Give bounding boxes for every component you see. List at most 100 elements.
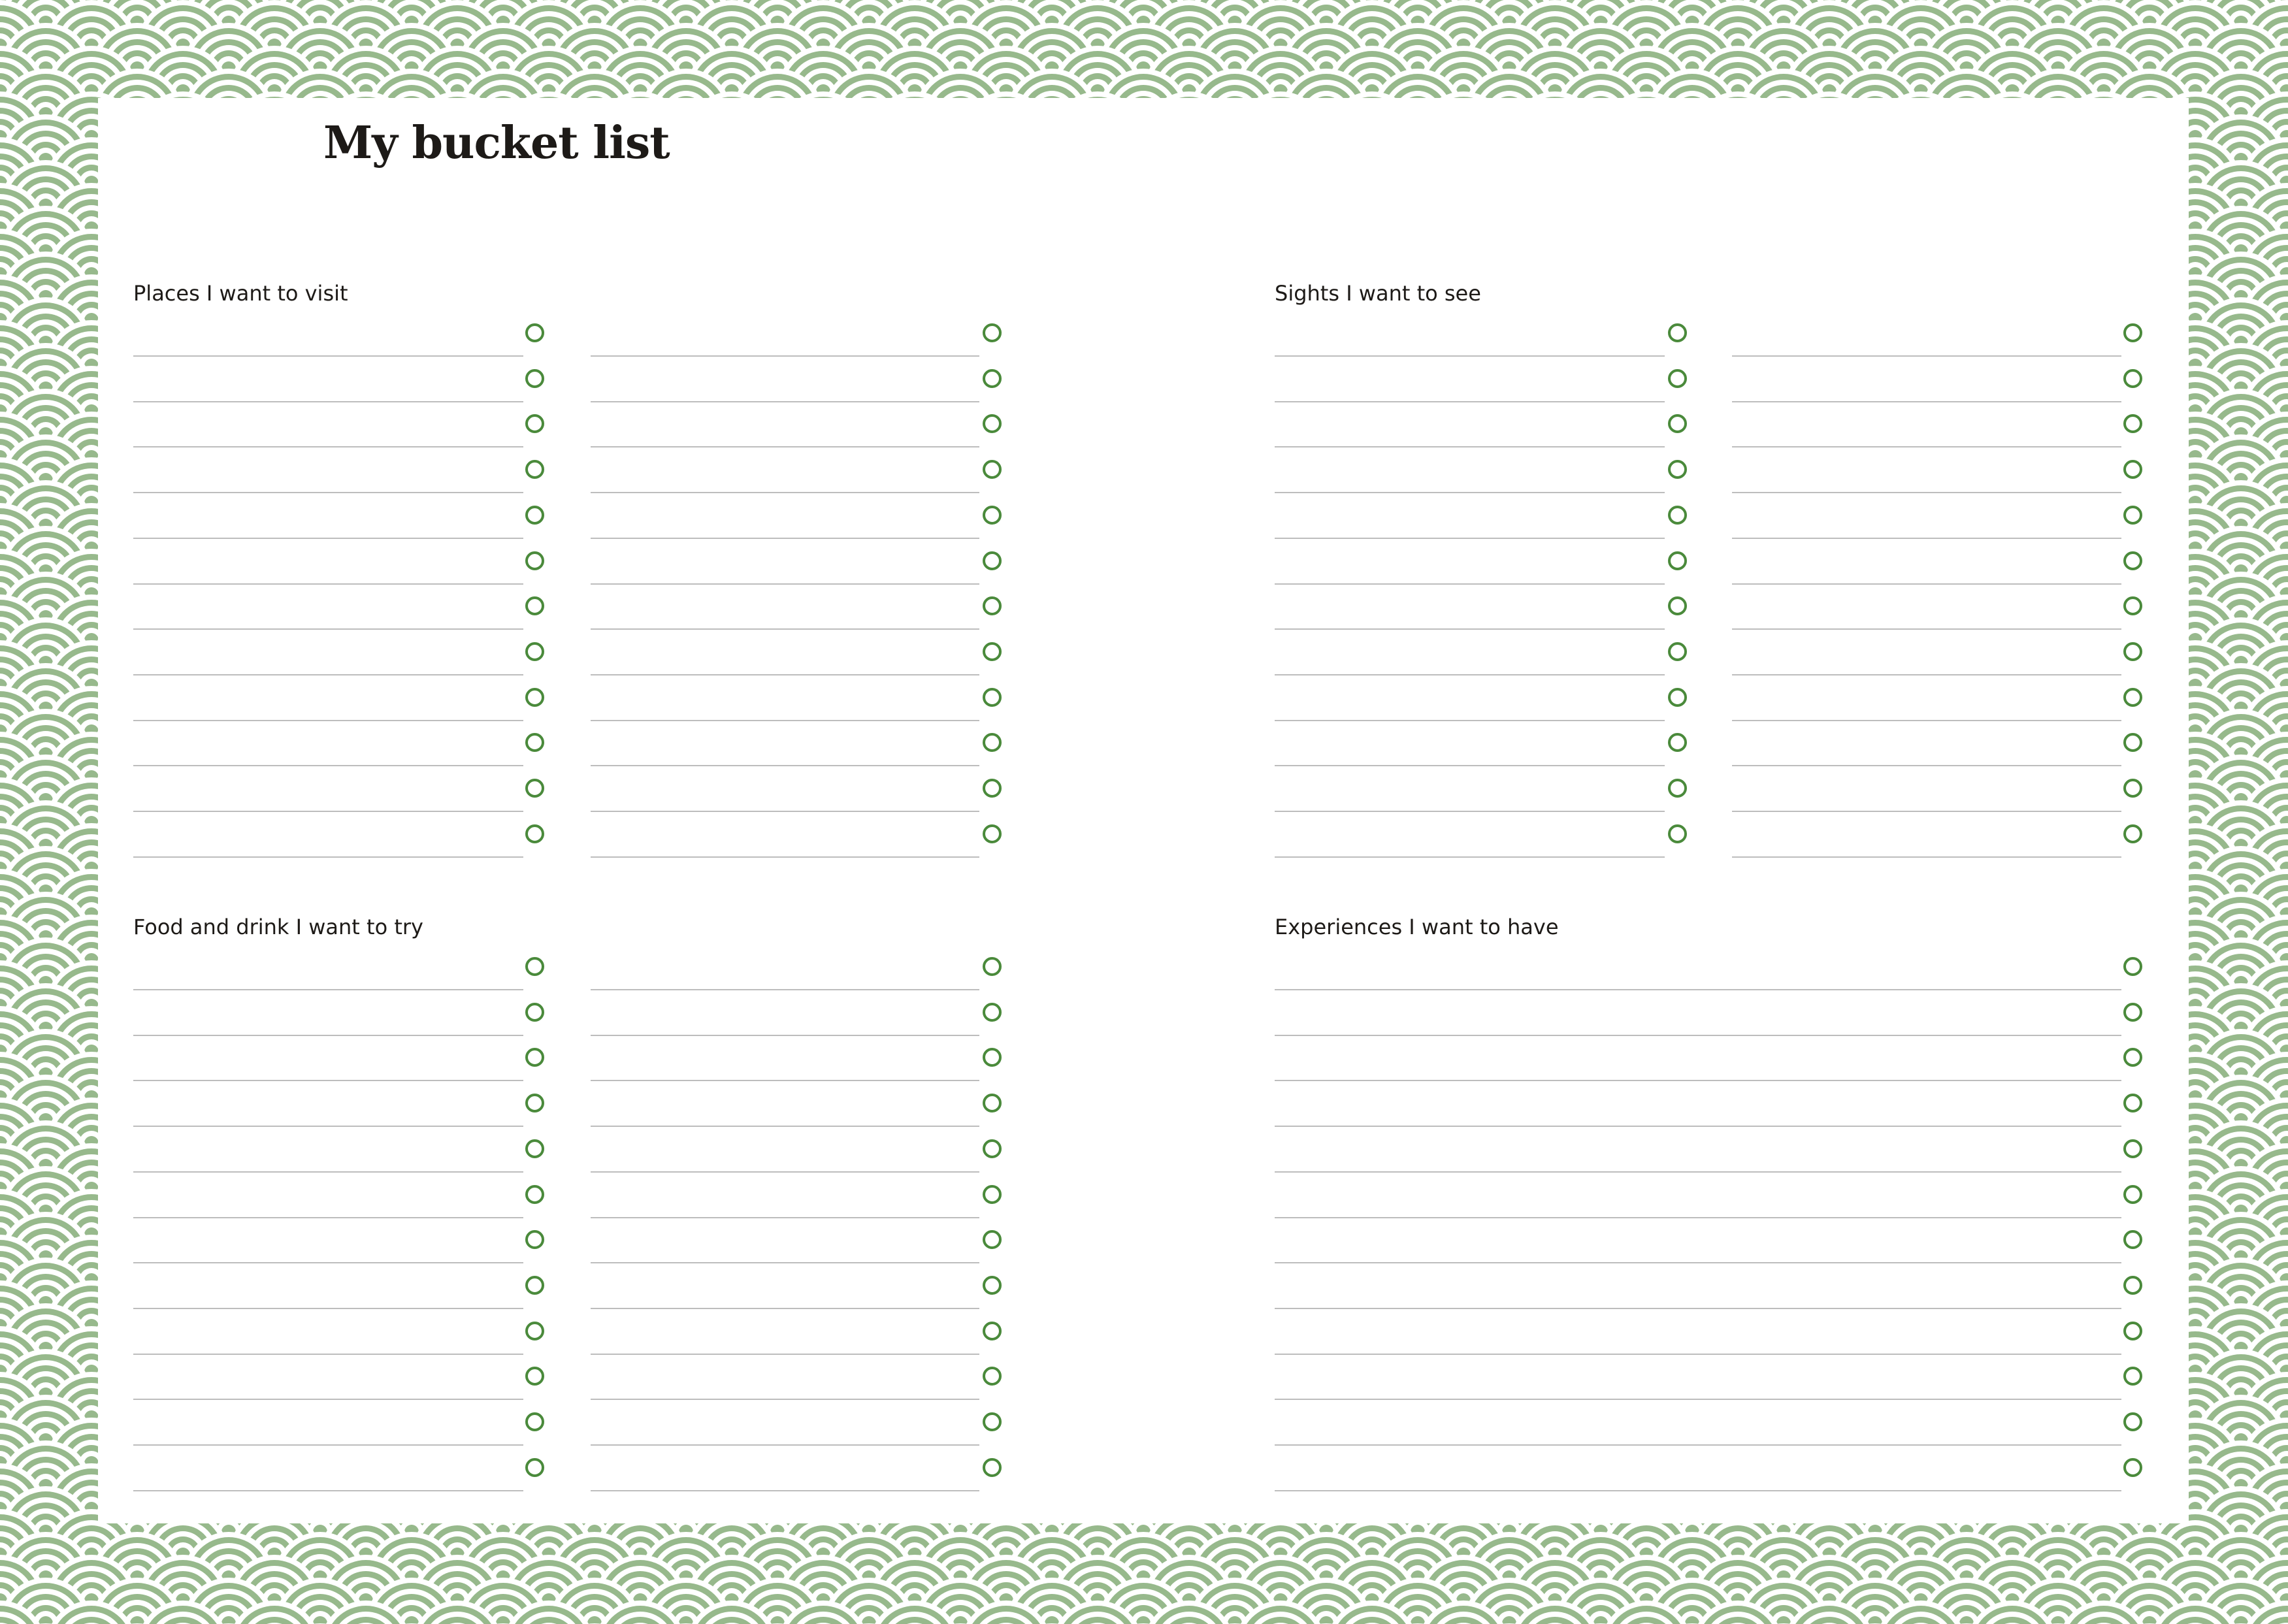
- checkbox-circle-icon[interactable]: [525, 1002, 544, 1022]
- checkbox-circle-icon[interactable]: [1667, 641, 1687, 661]
- checkbox-circle-icon[interactable]: [525, 687, 544, 707]
- checkbox-circle-icon[interactable]: [2123, 1139, 2142, 1158]
- checkbox-circle-icon[interactable]: [525, 1139, 544, 1158]
- sights-list-item[interactable]: [1275, 721, 1697, 767]
- food-list-item[interactable]: [133, 945, 554, 990]
- checkbox-circle-icon[interactable]: [2123, 551, 2142, 570]
- checkbox-circle-icon[interactable]: [525, 733, 544, 753]
- checkbox-circle-icon[interactable]: [525, 596, 544, 616]
- experiences-list-item[interactable]: [1275, 1081, 2152, 1128]
- sights-list-item[interactable]: [1275, 447, 1697, 494]
- checkbox-circle-icon[interactable]: [2123, 1184, 2142, 1204]
- sights-list-item[interactable]: [1275, 584, 1697, 630]
- food-list-item[interactable]: [133, 1400, 554, 1446]
- checkbox-circle-icon[interactable]: [525, 1275, 544, 1295]
- checkbox-circle-icon[interactable]: [2123, 414, 2142, 434]
- checkbox-circle-icon[interactable]: [525, 323, 544, 342]
- food-list-item[interactable]: [133, 1081, 554, 1128]
- checkbox-circle-icon[interactable]: [2123, 733, 2142, 753]
- places-list-item[interactable]: [591, 584, 1011, 630]
- places-list-item[interactable]: [591, 402, 1011, 448]
- places-list-item[interactable]: [133, 493, 554, 539]
- food-list-item[interactable]: [133, 1173, 554, 1218]
- checkbox-circle-icon[interactable]: [525, 414, 544, 434]
- sights-list-item[interactable]: [1732, 584, 2152, 630]
- checkbox-circle-icon[interactable]: [982, 1457, 1002, 1477]
- food-list-item[interactable]: [133, 1354, 554, 1401]
- checkbox-circle-icon[interactable]: [982, 1321, 1002, 1340]
- places-list-item[interactable]: [591, 675, 1011, 721]
- experiences-list-item[interactable]: [1275, 1035, 2152, 1082]
- sights-list-item[interactable]: [1275, 675, 1697, 721]
- sights-list-item[interactable]: [1732, 630, 2152, 675]
- checkbox-circle-icon[interactable]: [525, 1457, 544, 1477]
- sights-list-item[interactable]: [1732, 766, 2152, 812]
- checkbox-circle-icon[interactable]: [1667, 323, 1687, 342]
- places-list-item[interactable]: [133, 630, 554, 675]
- food-list-item[interactable]: [133, 1309, 554, 1355]
- places-list-item[interactable]: [591, 493, 1011, 539]
- checkbox-circle-icon[interactable]: [525, 1230, 544, 1250]
- checkbox-circle-icon[interactable]: [2123, 1002, 2142, 1022]
- checkbox-circle-icon[interactable]: [982, 596, 1002, 616]
- checkbox-circle-icon[interactable]: [525, 779, 544, 798]
- checkbox-circle-icon[interactable]: [982, 641, 1002, 661]
- checkbox-circle-icon[interactable]: [1667, 596, 1687, 616]
- experiences-list-item[interactable]: [1275, 1173, 2152, 1218]
- checkbox-circle-icon[interactable]: [982, 1002, 1002, 1022]
- places-list-item[interactable]: [591, 721, 1011, 767]
- checkbox-circle-icon[interactable]: [525, 460, 544, 479]
- checkbox-circle-icon[interactable]: [2123, 687, 2142, 707]
- checkbox-circle-icon[interactable]: [982, 1275, 1002, 1295]
- checkbox-circle-icon[interactable]: [1667, 414, 1687, 434]
- places-list-item[interactable]: [133, 311, 554, 357]
- write-line[interactable]: [1732, 856, 2121, 858]
- checkbox-circle-icon[interactable]: [1667, 460, 1687, 479]
- sights-list-item[interactable]: [1275, 812, 1697, 858]
- sights-list-item[interactable]: [1275, 402, 1697, 448]
- places-list-item[interactable]: [133, 447, 554, 494]
- sights-list-item[interactable]: [1275, 311, 1697, 357]
- checkbox-circle-icon[interactable]: [525, 1184, 544, 1204]
- food-list-item[interactable]: [591, 945, 1011, 990]
- experiences-list-item[interactable]: [1275, 990, 2152, 1036]
- checkbox-circle-icon[interactable]: [1667, 505, 1687, 525]
- checkbox-circle-icon[interactable]: [2123, 368, 2142, 388]
- checkbox-circle-icon[interactable]: [2123, 1048, 2142, 1067]
- checkbox-circle-icon[interactable]: [982, 414, 1002, 434]
- checkbox-circle-icon[interactable]: [2123, 1457, 2142, 1477]
- sights-list-item[interactable]: [1732, 493, 2152, 539]
- sights-list-item[interactable]: [1275, 539, 1697, 585]
- sights-list-item[interactable]: [1732, 357, 2152, 402]
- checkbox-circle-icon[interactable]: [2123, 1321, 2142, 1340]
- sights-list-item[interactable]: [1732, 721, 2152, 767]
- food-list-item[interactable]: [591, 1309, 1011, 1355]
- food-list-item[interactable]: [591, 1354, 1011, 1401]
- checkbox-circle-icon[interactable]: [982, 733, 1002, 753]
- experiences-list-item[interactable]: [1275, 945, 2152, 990]
- write-line[interactable]: [133, 856, 523, 858]
- write-line[interactable]: [1275, 1489, 2121, 1491]
- experiences-list-item[interactable]: [1275, 1446, 2152, 1491]
- places-list-item[interactable]: [133, 539, 554, 585]
- checkbox-circle-icon[interactable]: [525, 1367, 544, 1386]
- checkbox-circle-icon[interactable]: [2123, 779, 2142, 798]
- sights-list-item[interactable]: [1732, 675, 2152, 721]
- food-list-item[interactable]: [591, 1035, 1011, 1082]
- checkbox-circle-icon[interactable]: [525, 368, 544, 388]
- experiences-list-item[interactable]: [1275, 1354, 2152, 1401]
- checkbox-circle-icon[interactable]: [2123, 957, 2142, 976]
- checkbox-circle-icon[interactable]: [1667, 368, 1687, 388]
- checkbox-circle-icon[interactable]: [982, 368, 1002, 388]
- checkbox-circle-icon[interactable]: [2123, 1367, 2142, 1386]
- sights-list-item[interactable]: [1275, 493, 1697, 539]
- food-list-item[interactable]: [591, 1400, 1011, 1446]
- sights-list-item[interactable]: [1275, 766, 1697, 812]
- experiences-list-item[interactable]: [1275, 1400, 2152, 1446]
- checkbox-circle-icon[interactable]: [982, 1184, 1002, 1204]
- places-list-item[interactable]: [133, 812, 554, 858]
- checkbox-circle-icon[interactable]: [2123, 1230, 2142, 1250]
- food-list-item[interactable]: [591, 990, 1011, 1036]
- places-list-item[interactable]: [591, 311, 1011, 357]
- food-list-item[interactable]: [591, 1446, 1011, 1491]
